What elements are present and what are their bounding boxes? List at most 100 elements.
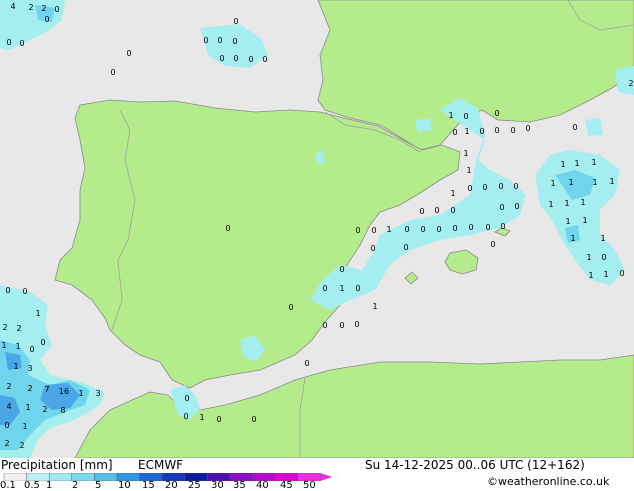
precip-value-label: 0 xyxy=(44,15,49,24)
precip-value-label: 1 xyxy=(560,160,565,169)
precip-value-label: 0 xyxy=(322,321,327,330)
precip-value-label: 1 xyxy=(78,389,83,398)
precip-value-label: 0 xyxy=(4,421,9,430)
precip-value-label: 1 xyxy=(339,284,344,293)
precip-value-label: 0 xyxy=(126,49,131,58)
precip-value-label: 0 xyxy=(355,284,360,293)
precip-value-label: 4 xyxy=(6,402,11,411)
scale-tick-label: 50 xyxy=(303,480,316,491)
precip-value-label: 0 xyxy=(233,17,238,26)
precip-value-label: 2 xyxy=(2,323,7,332)
legend-footer: Precipitation [mm] ECMWF Su 14-12-2025 0… xyxy=(0,458,634,491)
precip-value-label: 0 xyxy=(494,109,499,118)
precip-value-label: 0 xyxy=(450,206,455,215)
precip-value-label: 0 xyxy=(467,184,472,193)
precip-value-label: 0 xyxy=(490,240,495,249)
precip-value-label: 1 xyxy=(386,225,391,234)
precip-value-label: 1 xyxy=(603,270,608,279)
precip-value-label: 0 xyxy=(22,287,27,296)
precip-value-label: 0 xyxy=(110,68,115,77)
precip-value-label: 0 xyxy=(184,394,189,403)
precip-value-label: 2 xyxy=(27,384,32,393)
precip-value-label: 0 xyxy=(404,225,409,234)
precip-value-label: 0 xyxy=(434,206,439,215)
precip-value-label: 0 xyxy=(452,224,457,233)
precip-value-label: 2 xyxy=(41,4,46,13)
precip-value-label: 1 xyxy=(464,127,469,136)
precip-value-label: 0 xyxy=(452,128,457,137)
precip-value-label: 0 xyxy=(479,127,484,136)
precip-value-label: 3 xyxy=(27,364,32,373)
precip-value-label: 8 xyxy=(60,406,65,415)
precip-value-label: 1 xyxy=(550,179,555,188)
precip-value-label: 0 xyxy=(6,38,11,47)
precip-value-label: 0 xyxy=(29,345,34,354)
precip-value-label: 0 xyxy=(572,123,577,132)
precip-value-label: 0 xyxy=(288,303,293,312)
precip-value-label: 0 xyxy=(248,55,253,64)
precip-value-label: 2 xyxy=(28,3,33,12)
precip-value-label: 0 xyxy=(216,415,221,424)
precip-value-label: 1 xyxy=(463,149,468,158)
precip-value-label: 2 xyxy=(42,405,47,414)
scale-tick-label: 5 xyxy=(95,480,102,491)
precip-value-label: 0 xyxy=(482,183,487,192)
precip-value-label: 0 xyxy=(304,359,309,368)
scale-tick-label: 2 xyxy=(72,480,79,491)
precip-value-label: 0 xyxy=(500,222,505,231)
precip-value-label: 0 xyxy=(510,126,515,135)
precip-value-label: 1 xyxy=(25,403,30,412)
precip-value-label: 1 xyxy=(592,178,597,187)
precip-value-label: 1 xyxy=(588,271,593,280)
precip-value-label: 0 xyxy=(514,202,519,211)
precip-value-label: 1 xyxy=(565,217,570,226)
precip-value-label: 1 xyxy=(372,302,377,311)
precip-value-label: 0 xyxy=(203,36,208,45)
precip-value-label: 1 xyxy=(582,216,587,225)
precip-value-label: 2 xyxy=(4,439,9,448)
scale-tick-label: 20 xyxy=(165,480,178,491)
precip-value-label: 0 xyxy=(436,225,441,234)
precip-value-label: 1 xyxy=(22,422,27,431)
precip-value-label: 1 xyxy=(548,200,553,209)
scale-tick-label: 40 xyxy=(256,480,269,491)
precip-value-label: 0 xyxy=(217,36,222,45)
precip-value-label: 0 xyxy=(498,182,503,191)
precip-area-light xyxy=(415,118,432,132)
precip-value-label: 1 xyxy=(564,199,569,208)
precip-value-label: 0 xyxy=(494,126,499,135)
precip-value-label: 0 xyxy=(370,244,375,253)
precip-value-label: 0 xyxy=(420,225,425,234)
precip-value-label: 1 xyxy=(570,234,575,243)
precip-value-label: 0 xyxy=(54,5,59,14)
credit-link[interactable]: ©weatheronline.co.uk xyxy=(487,475,609,488)
scale-tick-label: 25 xyxy=(188,480,201,491)
precip-value-label: 0 xyxy=(322,284,327,293)
precip-area-light xyxy=(585,118,603,136)
precip-value-label: 1 xyxy=(600,234,605,243)
precip-value-label: 2 xyxy=(6,382,11,391)
scale-tick-label: 15 xyxy=(142,480,155,491)
precip-value-label: 1 xyxy=(580,198,585,207)
precip-value-label: 7 xyxy=(44,385,49,394)
precip-value-label: 0 xyxy=(219,54,224,63)
precip-value-label: 1 xyxy=(448,111,453,120)
precip-value-label: 0 xyxy=(183,412,188,421)
precip-value-label: 0 xyxy=(339,321,344,330)
precip-value-label: 0 xyxy=(419,207,424,216)
precip-value-label: 1 xyxy=(609,177,614,186)
precip-value-label: 2 xyxy=(19,441,24,450)
precip-value-label: 16 xyxy=(59,387,69,396)
precip-value-label: 0 xyxy=(251,415,256,424)
precip-value-label: 0 xyxy=(499,203,504,212)
precip-value-label: 0 xyxy=(232,37,237,46)
scale-tick-label: 35 xyxy=(233,480,246,491)
precip-value-label: 0 xyxy=(5,286,10,295)
precip-value-label: 0 xyxy=(619,269,624,278)
scale-swatch xyxy=(49,473,73,481)
precip-value-label: 1 xyxy=(568,178,573,187)
precip-value-label: 0 xyxy=(262,55,267,64)
scale-tick-label: 45 xyxy=(280,480,293,491)
precip-value-label: 0 xyxy=(354,320,359,329)
scale-tick-label: 0.5 xyxy=(24,480,40,491)
